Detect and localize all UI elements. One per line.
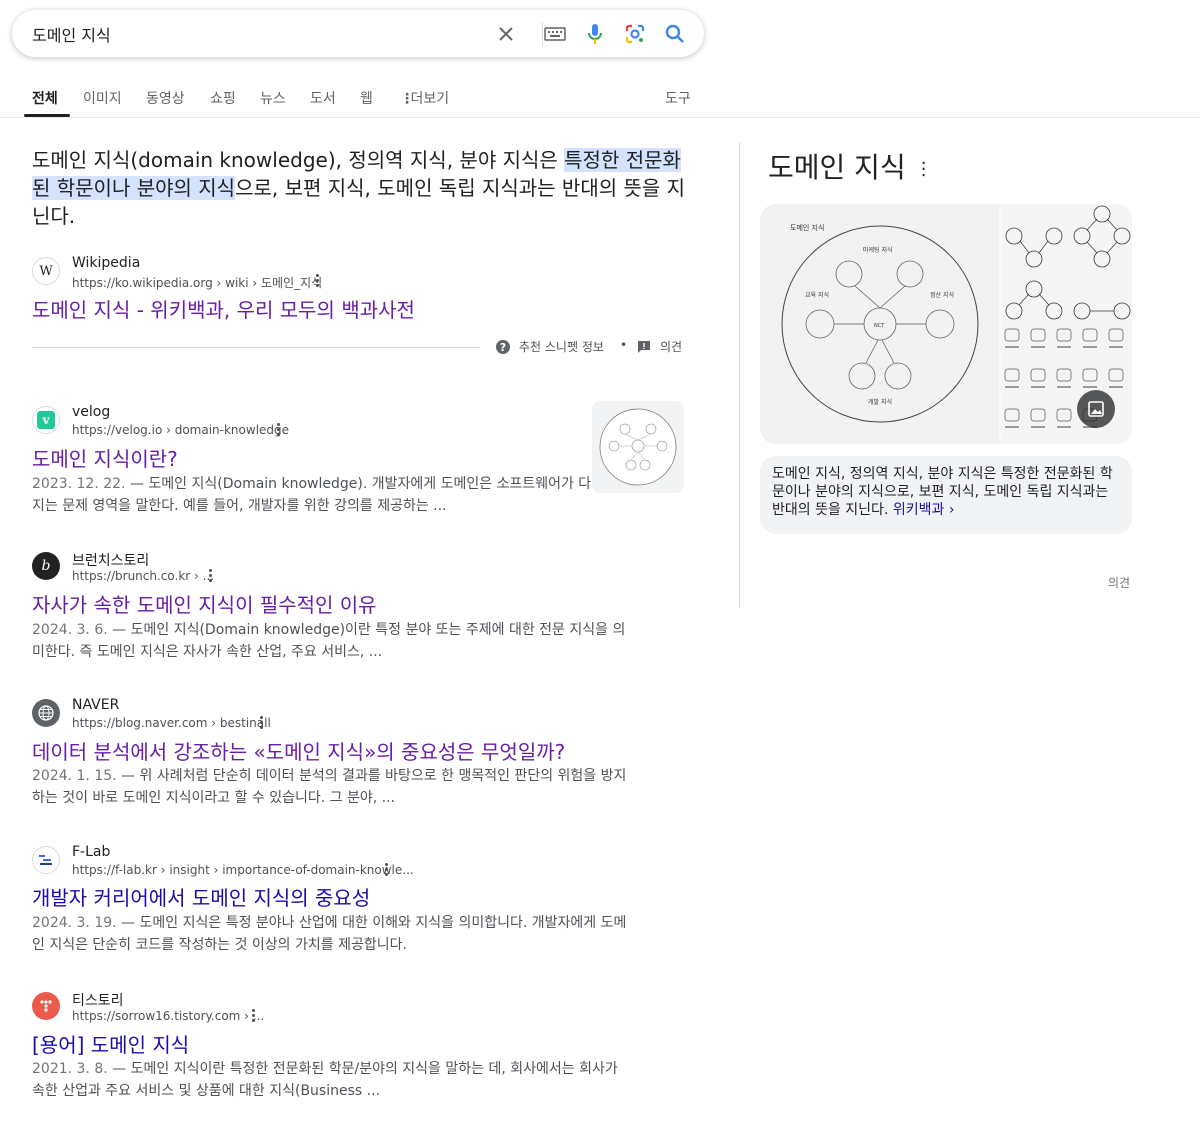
result-thumbnail[interactable] <box>592 401 684 493</box>
active-tab-indicator <box>24 114 70 117</box>
site-url[interactable]: https://velog.io › domain-knowledge <box>72 423 289 437</box>
result-date: 2024. 3. 19. <box>32 915 117 931</box>
result-title[interactable]: 개발자 커리어에서 도메인 지식의 중요성 <box>32 882 370 911</box>
more-options-icon[interactable] <box>205 568 215 584</box>
tab-news[interactable]: 뉴스 <box>260 88 286 108</box>
tab-more[interactable]: ⋮ 더보기 <box>400 88 449 108</box>
globe-favicon-icon <box>32 699 60 727</box>
tab-books[interactable]: 도서 <box>310 88 336 108</box>
result-title[interactable]: 자사가 속한 도메인 지식이 필수적인 이유 <box>32 589 377 618</box>
tab-images[interactable]: 이미지 <box>83 88 122 108</box>
result-snippet-text: — 도메인 지식은 특정 분야나 산업에 대한 이해와 지식을 의미합니다. 개… <box>32 915 627 953</box>
result-title[interactable]: 도메인 지식이란? <box>32 443 178 472</box>
result-snippet: 2023. 12. 22. — 도메인 지식(Domain knowledge)… <box>32 473 628 517</box>
more-options-icon[interactable] <box>273 422 283 438</box>
result-date: 2024. 1. 15. <box>32 768 117 784</box>
result-date: 2023. 12. 22. <box>32 476 126 492</box>
diagram-section-label: 정산 지식 <box>930 291 954 299</box>
wikipedia-link[interactable]: 위키백과 › <box>893 502 955 518</box>
search-tabs: 전체 이미지 동영상 쇼핑 뉴스 도서 웹 ⋮ 더보기 도구 <box>0 80 1200 118</box>
tab-videos[interactable]: 동영상 <box>146 88 185 108</box>
tools-button[interactable]: 도구 <box>665 88 691 108</box>
knowledge-panel-title: 도메인 지식 ⋮ <box>768 146 933 186</box>
diagram-section-label: 마케팅 지식 <box>863 246 893 254</box>
lens-camera-icon[interactable] <box>623 22 647 46</box>
knowledge-panel-title-text: 도메인 지식 <box>768 151 906 184</box>
more-options-icon[interactable] <box>381 862 391 878</box>
microphone-icon[interactable] <box>583 22 607 46</box>
result-title[interactable]: 데이터 분석에서 강조하는 «도메인 지식»의 중요성은 무엇일까? <box>32 736 565 765</box>
site-name: NAVER <box>72 697 120 713</box>
image-gallery-button[interactable] <box>1077 390 1115 428</box>
result-title[interactable]: [용어] 도메인 지식 <box>32 1029 189 1058</box>
snippet-source-title[interactable]: 도메인 지식 - 위키백과, 우리 모두의 백과사전 <box>32 294 415 323</box>
snippet-text-before: 도메인 지식(domain knowledge), 정의역 지식, 분야 지식은 <box>32 148 565 172</box>
result-snippet: 2024. 3. 6. — 도메인 지식(Domain knowledge)이란… <box>32 619 628 663</box>
more-options-icon[interactable] <box>256 715 266 731</box>
snippet-feedback-label: 의견 <box>660 340 683 354</box>
site-url[interactable]: https://sorrow16.tistory.com › ... <box>72 1009 264 1023</box>
about-snippet-label: 추천 스니펫 정보 <box>519 340 604 354</box>
tab-web[interactable]: 웹 <box>360 88 373 108</box>
tab-more-label: 더보기 <box>410 91 450 107</box>
svg-text:?: ? <box>500 341 506 354</box>
knowledge-panel-border <box>739 142 740 608</box>
thumbnail-diagram <box>599 408 677 486</box>
result-snippet-text: — 위 사례처럼 단순히 데이터 분석의 결과를 바탕으로 한 맹목적인 판단의… <box>32 768 627 806</box>
more-options-icon[interactable] <box>312 273 322 289</box>
result-snippet-text: — 도메인 지식이란 특정한 전문화된 학문/분야의 지식을 말하는 데, 회사… <box>32 1061 618 1099</box>
more-vert-icon: ⋮ <box>400 91 414 107</box>
result-date: 2024. 3. 6. <box>32 622 108 638</box>
site-url[interactable]: https://f-lab.kr › insight › importance-… <box>72 863 414 877</box>
feedback-icon <box>638 340 650 353</box>
search-icon[interactable] <box>663 22 687 46</box>
dot-separator: • <box>620 338 628 352</box>
featured-snippet-text: 도메인 지식(domain knowledge), 정의역 지식, 분야 지식은… <box>32 146 692 230</box>
clear-icon[interactable] <box>494 22 518 46</box>
search-input[interactable] <box>32 23 472 45</box>
tab-shopping[interactable]: 쇼핑 <box>210 88 236 108</box>
search-bar <box>12 10 704 57</box>
flab-favicon-icon <box>32 846 60 874</box>
tistory-favicon-icon <box>32 992 60 1020</box>
brunch-favicon-icon: b <box>32 552 60 580</box>
snippet-divider <box>32 347 480 348</box>
result-date: 2021. 3. 8. <box>32 1061 108 1077</box>
wikipedia-favicon-icon: W <box>32 257 60 285</box>
result-snippet: 2024. 3. 19. — 도메인 지식은 특정 분야나 산업에 대한 이해와… <box>32 912 628 956</box>
diagram-outer-label: 도메인 지식 <box>790 223 824 232</box>
more-vert-icon[interactable]: ⋮ <box>915 159 933 180</box>
knowledge-panel-description: 도메인 지식, 정의역 지식, 분야 지식은 특정한 전문화된 학문이나 분야의… <box>760 456 1132 534</box>
diagram-section-label: 개발 지식 <box>868 398 892 406</box>
result-snippet: 2024. 1. 15. — 위 사례처럼 단순히 데이터 분석의 결과를 바탕… <box>32 765 628 809</box>
site-name: 브런치스토리 <box>72 553 150 569</box>
image-icon <box>1088 401 1104 417</box>
more-options-icon[interactable] <box>248 1008 258 1024</box>
knowledge-panel-feedback[interactable]: 의견 <box>1108 574 1130 591</box>
keyboard-icon[interactable] <box>543 22 567 46</box>
site-name: 티스토리 <box>72 993 124 1009</box>
help-icon: ? <box>496 339 510 354</box>
domain-knowledge-diagram-image[interactable]: 도메인 지식 마케팅 지식 교육 지식 정산 지식 개발 지식 NCT <box>760 204 999 444</box>
snippet-feedback-button[interactable]: 의견 <box>637 338 682 355</box>
result-snippet: 2021. 3. 8. — 도메인 지식이란 특정한 전문화된 학문/분야의 지… <box>32 1058 628 1102</box>
site-url[interactable]: https://ko.wikipedia.org › wiki › 도메인_지식 <box>72 274 322 291</box>
diagram-section-label: 교육 지식 <box>805 291 829 299</box>
site-name: F-Lab <box>72 844 111 860</box>
diagram-center-label: NCT <box>874 323 885 329</box>
tab-all[interactable]: 전체 <box>32 88 58 108</box>
velog-favicon-icon: v <box>32 406 60 434</box>
result-snippet-text: — 도메인 지식(Domain knowledge)이란 특정 분야 또는 주제… <box>32 622 626 660</box>
site-url[interactable]: https://brunch.co.kr › ... <box>72 569 214 583</box>
site-name: velog <box>72 404 111 420</box>
about-snippet-button[interactable]: ? 추천 스니펫 정보 <box>495 338 604 355</box>
site-name: Wikipedia <box>72 255 141 271</box>
site-url[interactable]: https://blog.naver.com › bestinall <box>72 716 271 730</box>
